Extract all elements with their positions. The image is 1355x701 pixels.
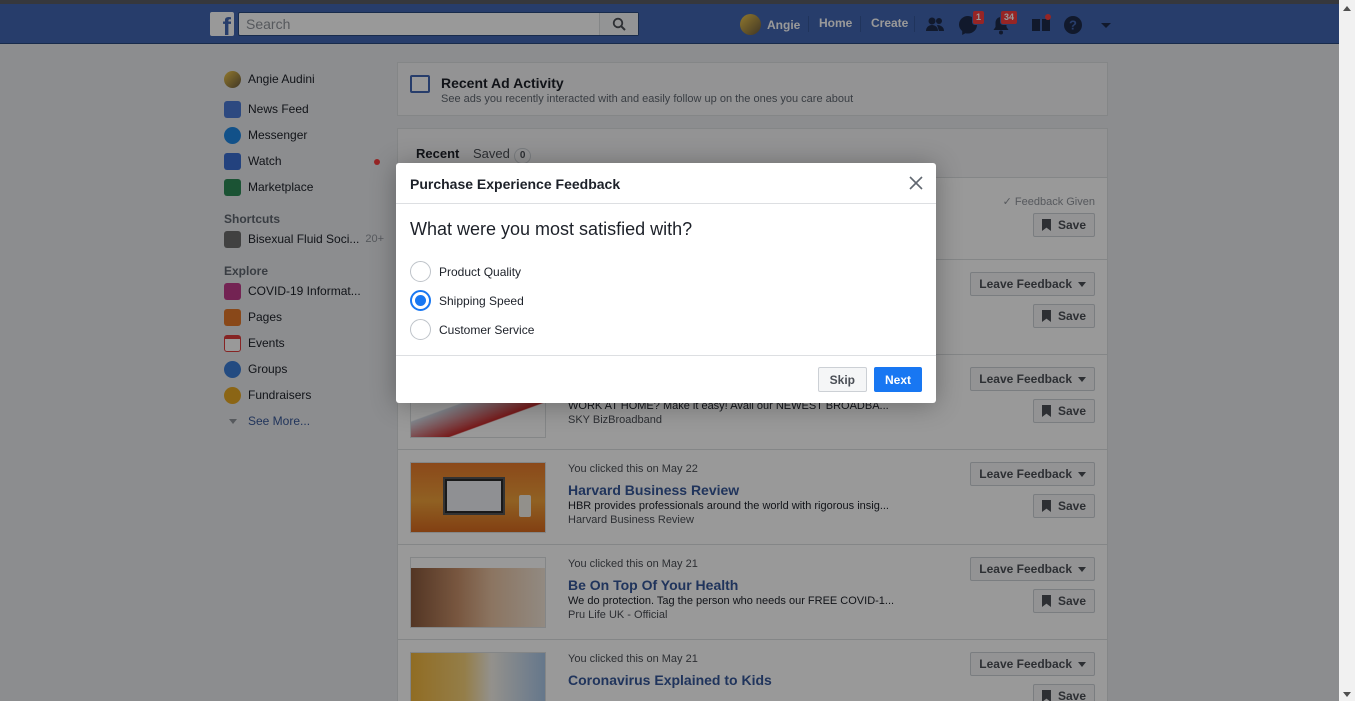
close-icon[interactable] <box>907 174 925 192</box>
option-customer-service[interactable]: Customer Service <box>410 319 534 340</box>
page-scrollbar[interactable] <box>1339 0 1355 701</box>
option-shipping-speed[interactable]: Shipping Speed <box>410 290 524 311</box>
scroll-down-arrow-icon[interactable] <box>1343 692 1351 697</box>
feedback-dialog: Purchase Experience Feedback What were y… <box>396 163 936 403</box>
option-product-quality[interactable]: Product Quality <box>410 261 521 282</box>
radio-button-selected[interactable] <box>410 290 431 311</box>
option-label: Product Quality <box>439 264 522 279</box>
option-label: Customer Service <box>439 322 535 337</box>
dialog-footer: Skip Next <box>396 355 936 403</box>
scroll-up-arrow-icon[interactable] <box>1343 6 1351 11</box>
next-button[interactable]: Next <box>873 367 922 392</box>
radio-button[interactable] <box>410 319 431 340</box>
dialog-title: Purchase Experience Feedback <box>410 176 621 192</box>
dialog-question: What were you most satisfied with? <box>410 219 693 239</box>
radio-button[interactable] <box>410 261 431 282</box>
dialog-header: Purchase Experience Feedback <box>396 163 936 204</box>
option-label: Shipping Speed <box>439 293 524 308</box>
skip-button[interactable]: Skip <box>817 367 867 392</box>
